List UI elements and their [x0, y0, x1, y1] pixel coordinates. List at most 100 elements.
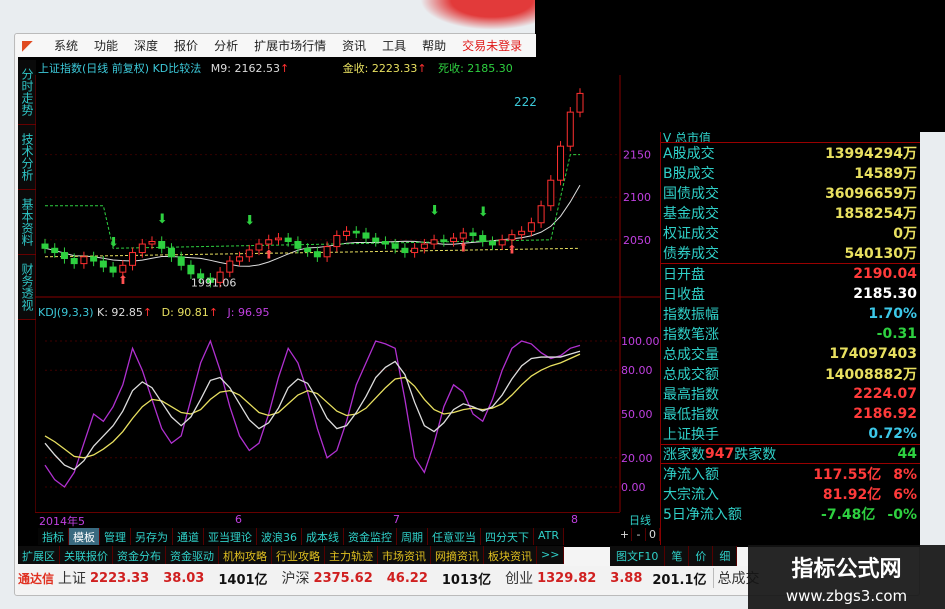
flow-row: 净流入额 117.55亿 8%	[661, 464, 920, 484]
candle-body	[138, 243, 146, 254]
date-tick: 6	[235, 513, 242, 526]
sell-arrow-icon: ⬇	[478, 205, 489, 220]
stat-value: 2190.04	[853, 266, 917, 282]
extension-tab[interactable]: 资金分布	[113, 546, 166, 564]
candle-body	[90, 256, 98, 262]
candle-body	[177, 256, 185, 266]
stat-value: 14008882万	[825, 367, 917, 383]
stat-label: 总成交额	[663, 367, 719, 383]
indicator-tab[interactable]: 亚当理论	[204, 528, 257, 545]
stat-value: 36096659万	[825, 186, 917, 202]
zoom-reset-button[interactable]: 0	[646, 528, 660, 541]
flow-pct: -0%	[887, 507, 917, 523]
tab-f10[interactable]: 图文F10	[610, 546, 666, 566]
indicator-tab[interactable]: 管理	[100, 528, 131, 545]
date-tick: 7	[393, 513, 400, 526]
candle-body	[479, 235, 487, 242]
stat-label: B股成交	[663, 166, 715, 182]
tab-price[interactable]: 价	[689, 546, 714, 566]
tab-ticks[interactable]: 笔	[665, 546, 690, 566]
stat-row: 最低指数 2186.92	[661, 404, 920, 424]
extension-tab[interactable]: 扩展区	[18, 546, 60, 564]
stat-label: 总成交量	[663, 347, 719, 363]
stat-value: 540130万	[844, 246, 917, 262]
candle-body	[381, 240, 389, 245]
indicator-tab[interactable]: 成本线	[302, 528, 344, 545]
sell-arrow-icon: ⬇	[244, 213, 255, 228]
extension-tab[interactable]: 板块资讯	[484, 546, 537, 564]
stat-label: 基金成交	[663, 206, 719, 222]
stat-label: 指数笔涨	[663, 327, 719, 343]
stat-value: -0.31	[876, 326, 917, 342]
date-tick: 2014年5	[39, 515, 85, 528]
menu-function[interactable]: 功能	[86, 37, 126, 54]
down-label: 跌家数	[734, 447, 777, 463]
indicator-tab[interactable]: 资金监控	[344, 528, 397, 545]
extension-tab[interactable]: 主力轨迹	[325, 546, 378, 564]
sell-arrow-icon: ⬇	[108, 236, 119, 251]
chart-info-line: 上证指数(日线 前复权) KD比较法 M9: 2162.53↑ 金收: 2223…	[38, 62, 513, 75]
zoom-out-button[interactable]: -	[632, 528, 646, 541]
stat-row: 国债成交 36096659万	[661, 183, 920, 203]
candle-body	[60, 252, 68, 260]
indicator-tab[interactable]: 任意亚当	[428, 528, 481, 545]
sh-index: 2223.33	[90, 570, 150, 586]
candle-body	[158, 240, 166, 249]
indicator-tab[interactable]: 另存为	[131, 528, 173, 545]
extension-tab[interactable]: >>	[537, 546, 565, 564]
candle-body	[167, 247, 175, 258]
extension-tab[interactable]: 机构攻略	[219, 546, 272, 564]
kdj-axis-tick: 50.00	[621, 408, 653, 421]
indicator-tab[interactable]: 模板	[69, 528, 100, 545]
menu-depth[interactable]: 深度	[126, 37, 166, 54]
indicator-tab[interactable]: 四分天下	[481, 528, 534, 545]
extension-tab[interactable]: 资金驱动	[166, 546, 219, 564]
stat-label: 国债成交	[663, 186, 719, 202]
indicator-tab[interactable]: 指标	[38, 528, 69, 545]
sh-label: 上证	[58, 571, 87, 587]
watermark-title: 指标公式网	[791, 557, 902, 582]
menu-extended-market[interactable]: 扩展市场行情	[246, 37, 334, 54]
cy-label: 创业	[505, 571, 534, 587]
stat-value: 0万	[893, 226, 917, 242]
menu-analysis[interactable]: 分析	[206, 37, 246, 54]
zoom-in-button[interactable]: +	[618, 528, 632, 541]
stat-value: 14589万	[854, 166, 917, 182]
stat-row: 总成交量 174097403	[661, 344, 920, 364]
stat-label: A股成交	[663, 146, 715, 162]
buy-arrow-icon: ⬆	[264, 248, 274, 262]
side-tab-intraday[interactable]: 分时走势	[18, 60, 36, 125]
stat-label: 上证换手	[663, 427, 719, 443]
candle-body	[362, 232, 370, 239]
candle-body	[109, 266, 117, 273]
extension-tab[interactable]: 网摘资讯	[431, 546, 484, 564]
stat-label: 最低指数	[663, 407, 719, 423]
period-label[interactable]: 日线	[620, 512, 660, 528]
stat-label: 日收盘	[663, 287, 705, 303]
stat-value: 174097403	[829, 346, 917, 362]
menu-tools[interactable]: 工具	[374, 37, 414, 54]
side-tab-financials[interactable]: 财务透视	[18, 255, 36, 320]
buy-arrow-icon: ⬆	[507, 242, 517, 256]
extension-tab[interactable]: 市场资讯	[378, 546, 431, 564]
menu-help[interactable]: 帮助	[414, 37, 454, 54]
menu-quote[interactable]: 报价	[166, 37, 206, 54]
extension-tab[interactable]: 行业攻略	[272, 546, 325, 564]
tab-detail[interactable]: 细	[713, 546, 738, 566]
side-tab-technical[interactable]: 技术分析	[18, 125, 36, 190]
menu-trade-login[interactable]: 交易未登录	[454, 37, 530, 54]
indicator-tab[interactable]: 周期	[397, 528, 428, 545]
menu-news[interactable]: 资讯	[334, 37, 374, 54]
indicator-tab[interactable]: 波浪36	[257, 528, 302, 545]
cy-change: 3.88	[610, 570, 643, 586]
menu-system[interactable]: 系统	[46, 37, 86, 54]
indicator-tab[interactable]: 通道	[173, 528, 204, 545]
indicator-tab[interactable]: ATR	[534, 528, 565, 545]
candle-body	[352, 230, 360, 234]
candle-body	[391, 243, 399, 249]
candle-body	[245, 249, 253, 258]
candle-body	[343, 230, 351, 237]
extension-tab[interactable]: 关联报价	[60, 546, 113, 564]
up-label: 涨家数	[663, 447, 705, 463]
side-tab-fundamentals[interactable]: 基本资料	[18, 190, 36, 255]
